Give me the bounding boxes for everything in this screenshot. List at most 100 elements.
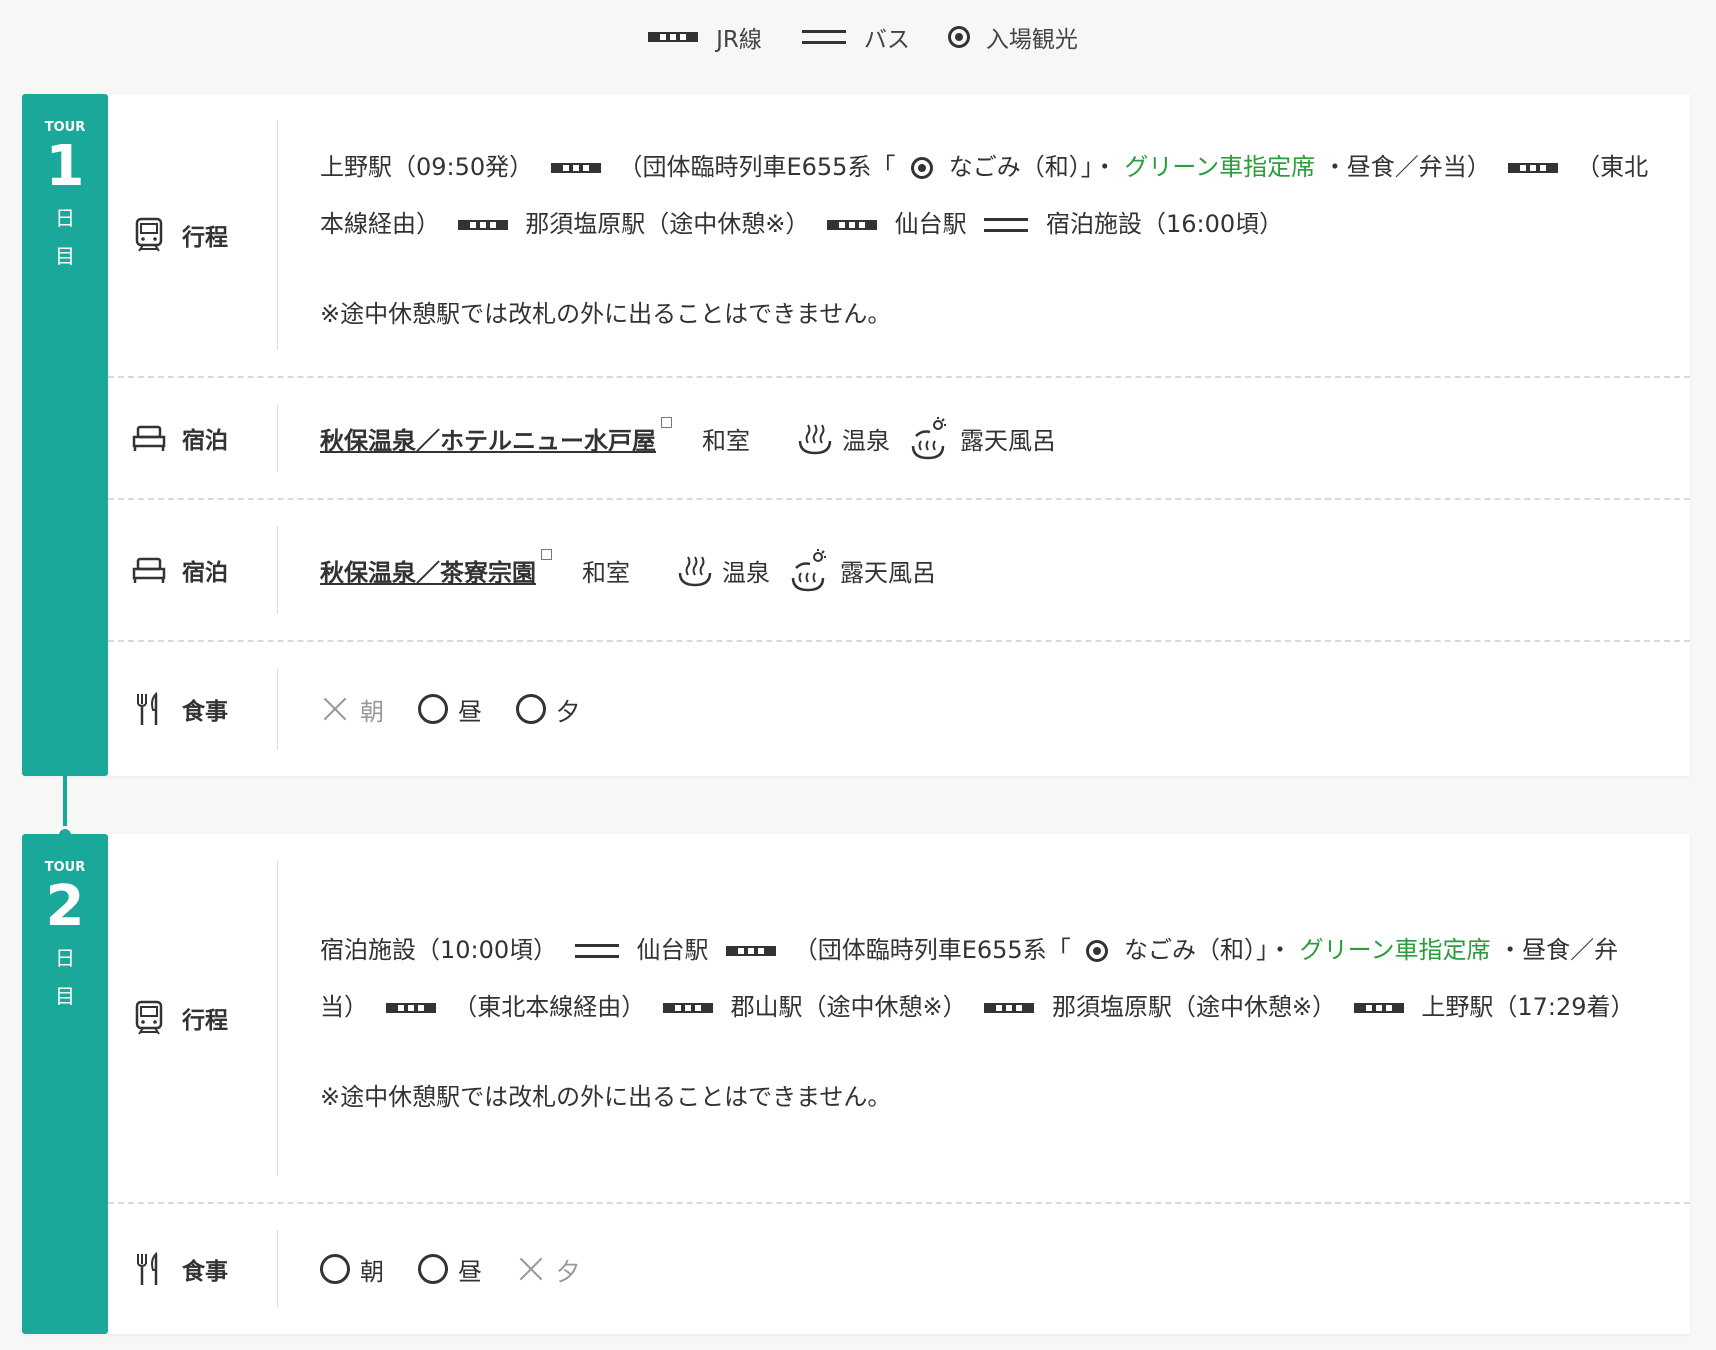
lodging-label: 宿泊 xyxy=(108,378,278,498)
hotel-link[interactable]: 秋保温泉／ホテルニュー水戸屋 xyxy=(320,416,672,456)
train-icon xyxy=(984,1001,1035,1015)
lodging-label-text: 宿泊 xyxy=(182,428,228,454)
day-number: 2 xyxy=(45,874,85,939)
meal-dinner: 夕 xyxy=(516,1252,580,1287)
itinerary-note: ※途中休憩駅では改札の外に出ることはできません。 xyxy=(320,1083,892,1111)
rotenburo-tag: 露天風呂 xyxy=(908,416,1056,460)
included-icon xyxy=(418,1254,448,1284)
meal-name: 朝 xyxy=(360,697,384,726)
fork-knife-icon xyxy=(137,1251,158,1285)
stop: 宿泊施設（16:00頃） xyxy=(1045,210,1284,238)
itinerary-label: 行程 xyxy=(108,834,278,1202)
hotel-name: 秋保温泉／ホテルニュー水戸屋 xyxy=(320,426,656,455)
legend-bus: バス xyxy=(792,20,910,54)
not-included-icon xyxy=(320,694,350,724)
train-icon xyxy=(457,218,508,232)
day-tour-label: TOUR xyxy=(44,120,86,135)
train-name: なごみ（和）」・ xyxy=(948,153,1117,181)
itinerary-label: 行程 xyxy=(108,94,278,376)
onsen-text: 温泉 xyxy=(842,426,890,455)
stop: 那須塩原駅（途中休憩※） xyxy=(525,210,810,238)
external-link-icon xyxy=(541,548,552,560)
day-nichi: 日 xyxy=(55,946,75,970)
itinerary-content: 宿泊施設（10:00頃） 仙台駅 （団体臨時列車E655系「 なごみ（和）」・ … xyxy=(278,834,1690,1202)
hotel-link[interactable]: 秋保温泉／茶寮宗園 xyxy=(320,548,552,588)
meal-info: ・昼食／弁当） xyxy=(1322,153,1491,181)
open-air-bath-icon xyxy=(911,417,946,460)
legend-bus-label: バス xyxy=(863,27,910,53)
day-2-tab: TOUR 2 日 目 xyxy=(22,834,108,1334)
stop: 郡山駅（途中休憩※） xyxy=(730,993,967,1021)
day-2-block: TOUR 2 日 目 行程 宿泊施設（10:00頃） 仙台駅 （団体臨時列車E6… xyxy=(22,834,1690,1334)
onsen-tag: 温泉 xyxy=(796,419,890,457)
itinerary-label-text: 行程 xyxy=(182,1008,228,1034)
green-car-seat: グリーン車指定席 xyxy=(1299,936,1491,964)
meals-label: 食事 xyxy=(108,642,278,776)
train-icon xyxy=(1353,1001,1404,1015)
room-type: 和室 xyxy=(582,558,630,587)
rotenburo-text: 露天風呂 xyxy=(960,426,1056,455)
bed-icon xyxy=(132,557,166,583)
not-included-icon xyxy=(516,1254,546,1284)
meal-lunch: 昼 xyxy=(418,1252,482,1287)
train-icon xyxy=(550,161,601,175)
admission-spot-icon xyxy=(947,26,970,48)
rotenburo-tag: 露天風呂 xyxy=(788,548,936,592)
itinerary-row: 行程 宿泊施設（10:00頃） 仙台駅 （団体臨時列車E655系「 なごみ（和）… xyxy=(108,834,1690,1204)
itinerary-text: 上野駅（09:50発） （団体臨時列車E655系「 なごみ（和）」・ グリーン車… xyxy=(320,139,1690,253)
train-front-icon xyxy=(135,1000,163,1035)
meal-breakfast: 朝 xyxy=(320,1252,384,1287)
day-1-block: TOUR 1 日 目 行程 上野駅（09:50発） （団体臨時列車E655系「 … xyxy=(22,94,1690,776)
meal-name: 朝 xyxy=(360,1257,384,1286)
stop: 上野駅（17:29着） xyxy=(1421,993,1635,1021)
admission-spot-icon xyxy=(1086,940,1109,962)
train-icon xyxy=(726,944,777,958)
train-name: なごみ（和）」・ xyxy=(1124,936,1292,964)
meals-row: 食事 朝 昼 夕 xyxy=(108,1204,1690,1334)
lodging-row: 宿泊 秋保温泉／ホテルニュー水戸屋 和室 温泉 露天風呂 xyxy=(108,378,1690,500)
lodging-label-text: 宿泊 xyxy=(182,560,228,586)
bus-icon xyxy=(574,944,619,958)
rotenburo-text: 露天風呂 xyxy=(840,558,936,587)
day-connector xyxy=(63,776,67,830)
itinerary-row: 行程 上野駅（09:50発） （団体臨時列車E655系「 なごみ（和）」・ グリ… xyxy=(108,94,1690,378)
fork-knife-icon xyxy=(137,691,158,725)
meals-row: 食事 朝 昼 夕 xyxy=(108,642,1690,776)
lodging-label: 宿泊 xyxy=(108,500,278,640)
route-info: （東北本線経由） xyxy=(453,993,646,1021)
hot-spring-icon xyxy=(678,556,712,587)
train-icon xyxy=(1508,161,1559,175)
legend-spot: 入場観光 xyxy=(940,20,1078,54)
itinerary-note: ※途中休憩駅では改札の外に出ることはできません。 xyxy=(320,300,892,328)
legend-train: JR線 xyxy=(638,20,762,54)
meal-dinner: 夕 xyxy=(516,692,580,727)
included-icon xyxy=(320,1254,350,1284)
day-nichi: 日 xyxy=(55,206,75,230)
train-icon xyxy=(648,30,699,44)
itinerary-label-text: 行程 xyxy=(182,225,228,251)
itinerary-text: 宿泊施設（10:00頃） 仙台駅 （団体臨時列車E655系「 なごみ（和）」・ … xyxy=(320,922,1690,1036)
train-icon xyxy=(827,218,878,232)
day-1-tab: TOUR 1 日 目 xyxy=(22,94,108,776)
green-car-seat: グリーン車指定席 xyxy=(1124,153,1316,181)
room-type: 和室 xyxy=(702,426,750,455)
stop: 宿泊施設（10:00頃） xyxy=(320,936,558,964)
stop: 上野駅（09:50発） xyxy=(320,153,534,181)
meal-name: 昼 xyxy=(458,697,482,726)
bed-icon xyxy=(132,425,166,451)
meals-label: 食事 xyxy=(108,1204,278,1334)
hot-spring-icon xyxy=(798,424,832,455)
day-tour-label: TOUR xyxy=(44,860,86,875)
meal-name: 昼 xyxy=(458,1257,482,1286)
onsen-text: 温泉 xyxy=(722,558,770,587)
included-icon xyxy=(516,694,546,724)
meals-label-text: 食事 xyxy=(182,699,228,725)
legend-spot-label: 入場観光 xyxy=(985,27,1078,53)
train-info: （団体臨時列車E655系「 xyxy=(618,153,896,181)
transport-legend: JR線 バス 入場観光 xyxy=(0,20,1716,54)
open-air-bath-icon xyxy=(791,549,826,592)
included-icon xyxy=(418,694,448,724)
day-me: 目 xyxy=(55,984,75,1008)
bus-icon xyxy=(801,30,846,44)
meals-label-text: 食事 xyxy=(182,1259,228,1285)
